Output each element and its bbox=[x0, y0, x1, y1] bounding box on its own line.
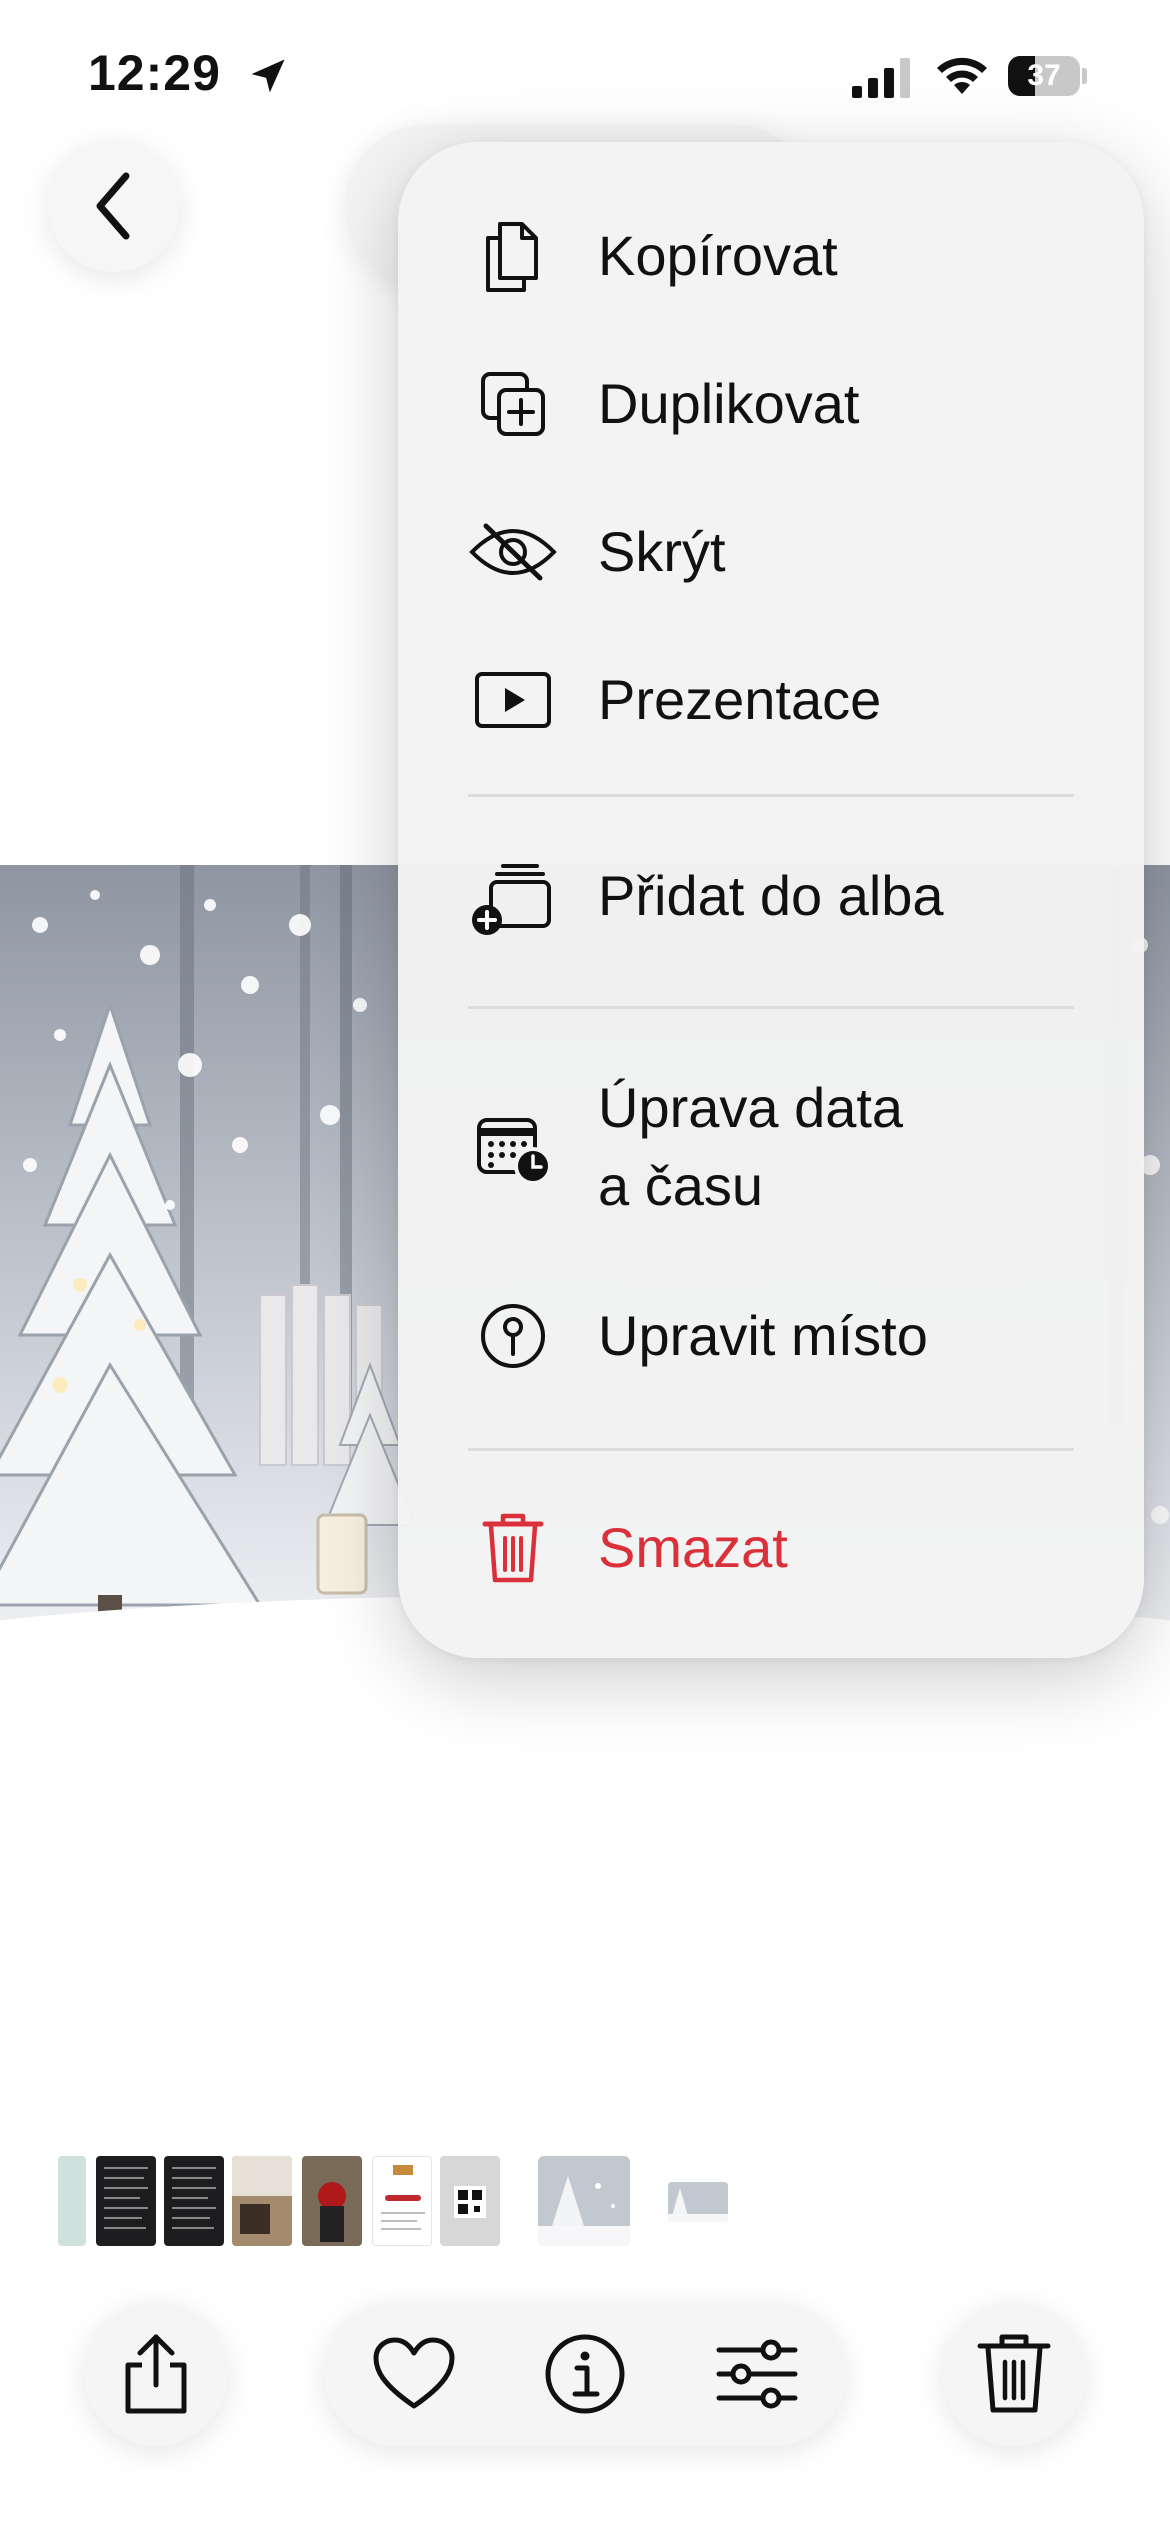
menu-item-delete[interactable]: Smazat bbox=[398, 1488, 1144, 1608]
menu-item-label: Smazat bbox=[598, 1516, 788, 1579]
menu-item-label: Úprava data a času bbox=[598, 1076, 904, 1217]
slideshow-play-icon bbox=[468, 655, 558, 745]
favorite-button[interactable] bbox=[364, 2324, 464, 2424]
info-icon bbox=[545, 2334, 625, 2414]
thumbnail[interactable] bbox=[58, 2156, 86, 2246]
thumbnail-strip bbox=[0, 2152, 1170, 2248]
thumbnail[interactable] bbox=[302, 2156, 362, 2246]
menu-item-label: Prezentace bbox=[598, 668, 882, 731]
menu-item-slideshow[interactable]: Prezentace bbox=[398, 646, 1144, 754]
location-pin-icon bbox=[468, 1291, 558, 1381]
trash-icon bbox=[977, 2334, 1051, 2413]
context-menu: Kopírovat Duplikovat Skrýt Prezentace Př… bbox=[398, 142, 1144, 1658]
menu-divider bbox=[468, 1006, 1074, 1009]
duplicate-icon bbox=[468, 359, 558, 449]
battery-level: 37 bbox=[1027, 59, 1061, 92]
share-button[interactable] bbox=[84, 2302, 228, 2446]
wifi-icon bbox=[937, 57, 987, 94]
copy-icon bbox=[468, 211, 558, 301]
calendar-clock-icon bbox=[468, 1103, 558, 1193]
thumbnail-current[interactable] bbox=[538, 2156, 630, 2246]
thumbnail[interactable] bbox=[164, 2156, 224, 2246]
location-arrow-icon bbox=[251, 59, 285, 93]
thumbnail[interactable] bbox=[440, 2156, 500, 2246]
photo-actions-group bbox=[324, 2302, 846, 2446]
menu-item-label: Duplikovat bbox=[598, 372, 860, 435]
menu-item-label: Kopírovat bbox=[598, 224, 838, 287]
info-button[interactable] bbox=[535, 2324, 635, 2424]
menu-item-copy[interactable]: Kopírovat bbox=[398, 202, 1144, 310]
menu-item-hide[interactable]: Skrýt bbox=[398, 498, 1144, 606]
status-time: 12:29 bbox=[88, 45, 221, 101]
add-to-album-icon bbox=[468, 851, 558, 941]
share-icon bbox=[125, 2334, 187, 2414]
thumbnail[interactable] bbox=[96, 2156, 156, 2246]
menu-item-duplicate[interactable]: Duplikovat bbox=[398, 350, 1144, 458]
thumbnail[interactable] bbox=[372, 2156, 432, 2246]
menu-item-label: Přidat do alba bbox=[598, 864, 944, 927]
trash-icon bbox=[468, 1503, 558, 1593]
menu-item-label: Skrýt bbox=[598, 520, 726, 583]
menu-divider bbox=[468, 794, 1074, 797]
delete-button[interactable] bbox=[942, 2302, 1086, 2446]
adjust-button[interactable] bbox=[707, 2324, 807, 2424]
back-button[interactable] bbox=[48, 140, 180, 272]
adjust-sliders-icon bbox=[716, 2339, 798, 2409]
menu-item-label: Upravit místo bbox=[598, 1304, 928, 1367]
cellular-signal-icon bbox=[852, 58, 910, 98]
battery-icon: 37 bbox=[1008, 56, 1087, 96]
heart-icon bbox=[373, 2337, 455, 2409]
chevron-left-icon bbox=[96, 172, 130, 240]
menu-divider bbox=[468, 1448, 1074, 1451]
menu-item-edit-location[interactable]: Upravit místo bbox=[398, 1276, 1144, 1396]
menu-item-adjust-date-time[interactable]: Úprava data a času bbox=[398, 1058, 1144, 1238]
thumbnail[interactable] bbox=[668, 2182, 728, 2222]
thumbnail[interactable] bbox=[232, 2156, 292, 2246]
menu-item-add-to-album[interactable]: Přidat do alba bbox=[398, 836, 1144, 956]
eye-slash-icon bbox=[468, 507, 558, 597]
